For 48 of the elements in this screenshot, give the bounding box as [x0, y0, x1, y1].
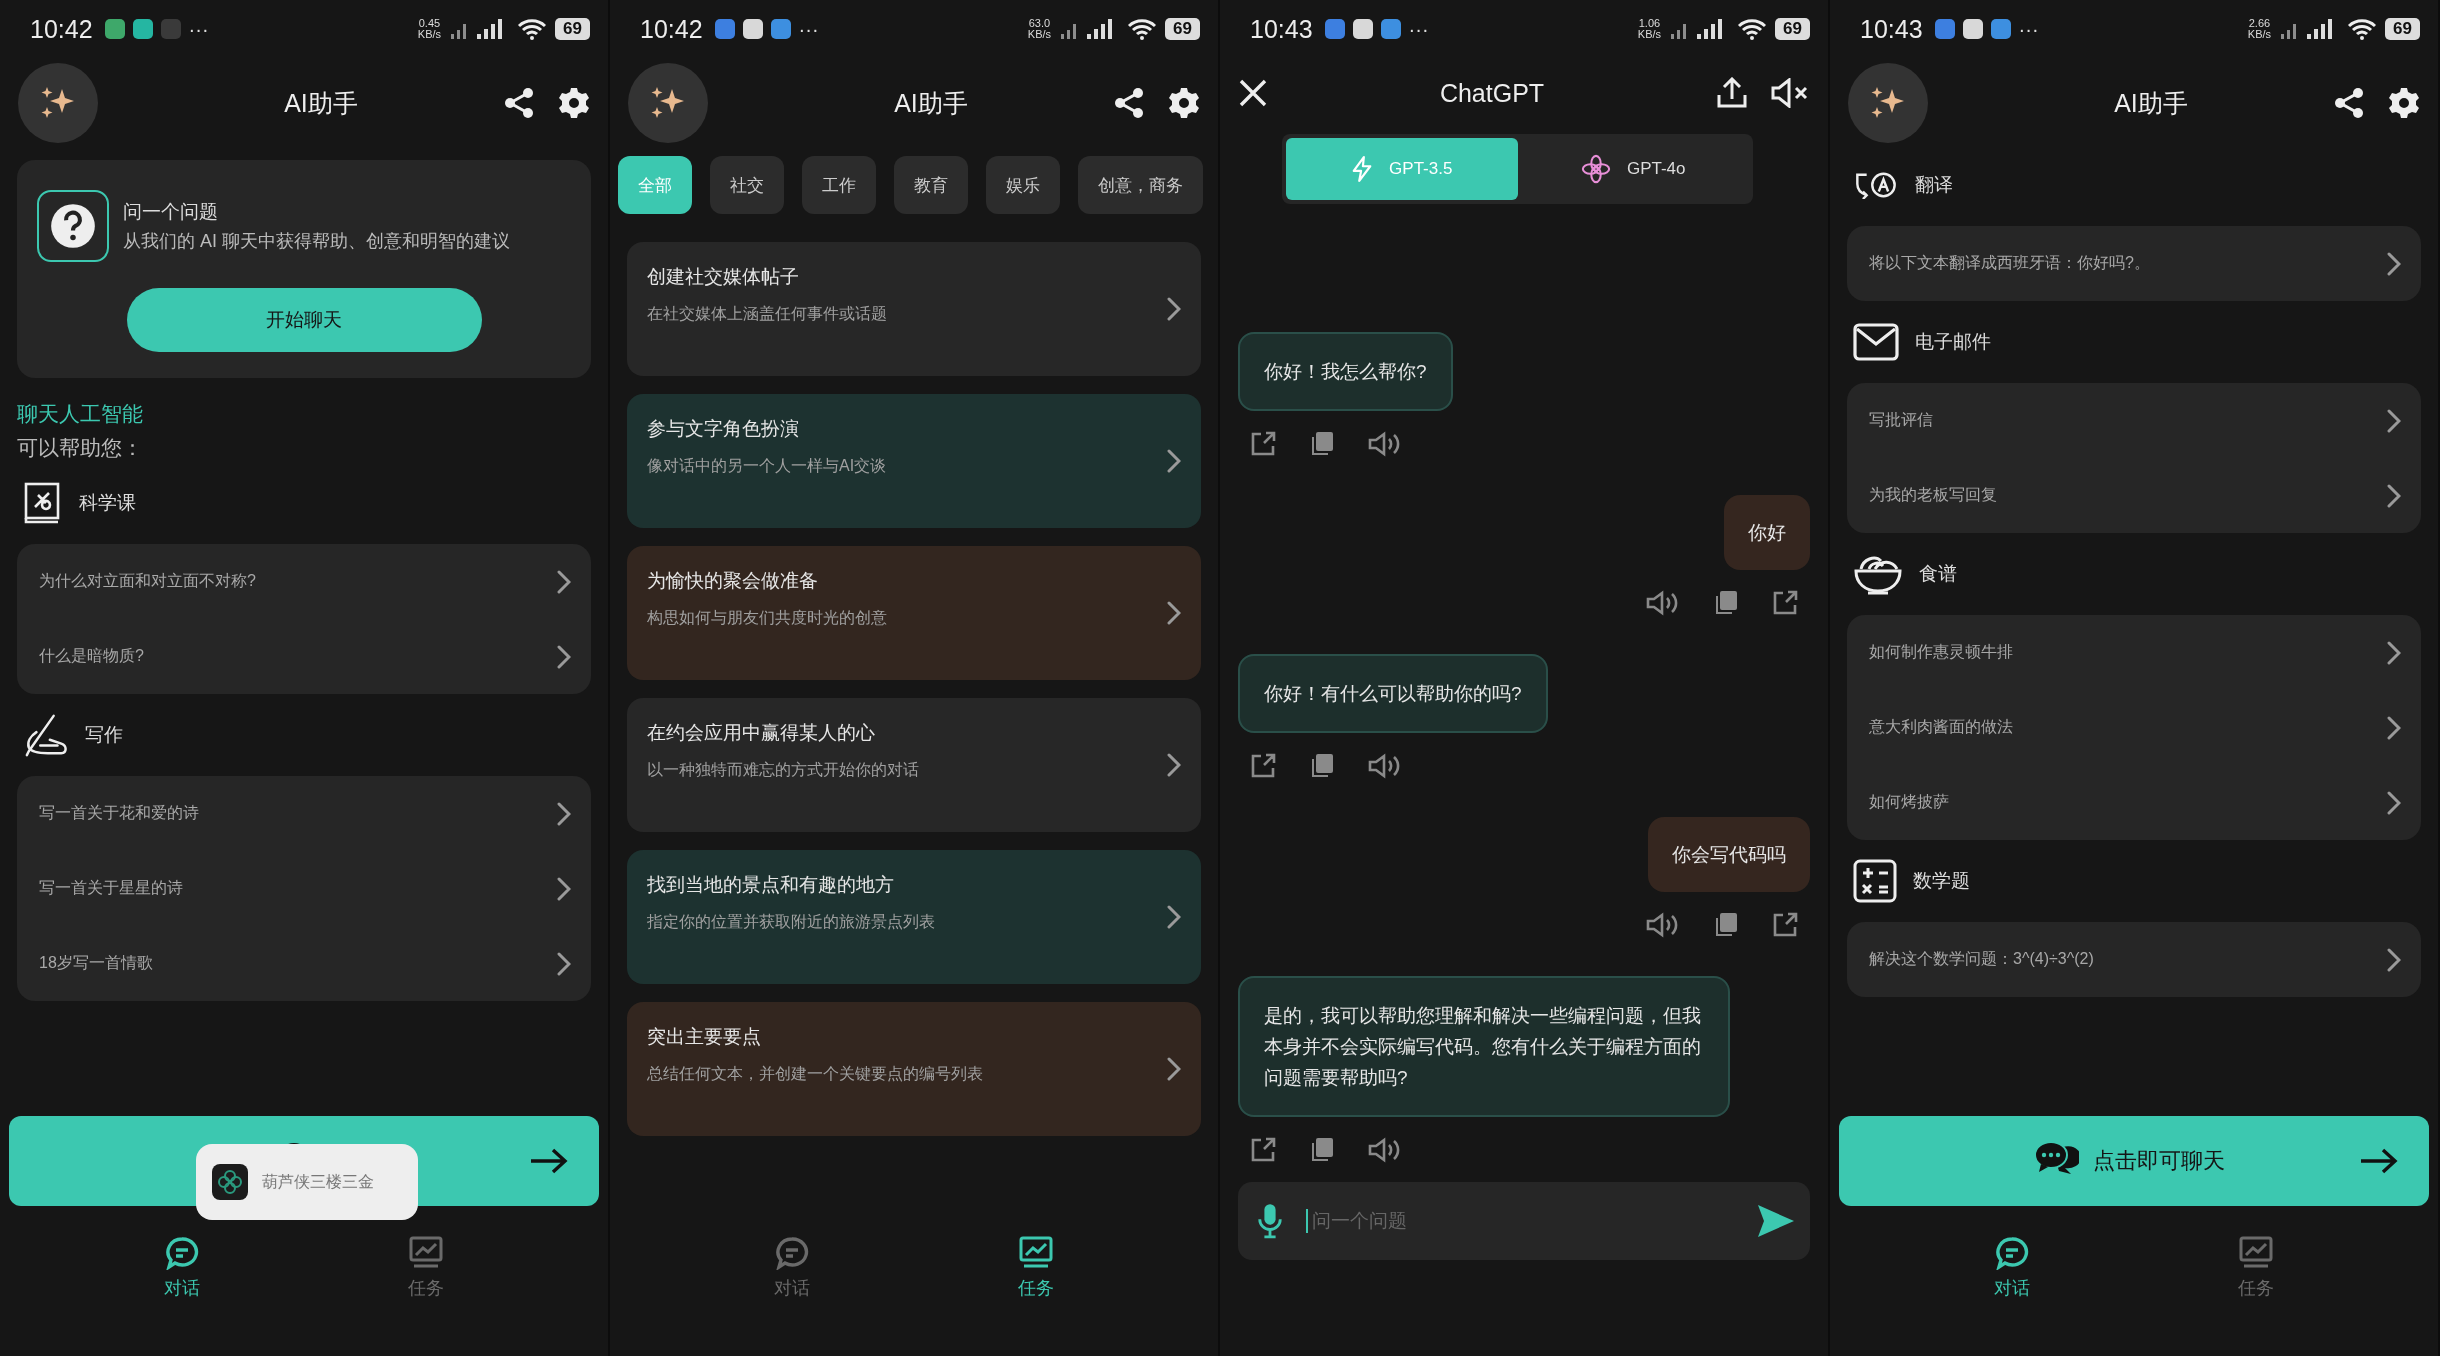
network-speed: 2.66 KB/s — [2247, 18, 2272, 40]
task-title: 参与文字角色扮演 — [647, 417, 800, 441]
network-speed: 63.0 KB/s — [1027, 18, 1052, 40]
more-notifications: ··· — [1408, 17, 1429, 41]
status-time: 10:43 — [1250, 14, 1313, 44]
task-title: 突出主要要点 — [647, 1025, 762, 1049]
task-subtitle: 总结任何文本，并创建一个关键要点的编号列表 — [647, 1064, 983, 1084]
app-title: AI助手 — [2113, 87, 2189, 119]
section-subheading: 可以帮助您： — [17, 435, 144, 461]
battery-level: 69 — [2385, 18, 2420, 40]
assistant-message: 是的，我可以帮助您理解和解决一些编程问题，但我本身并不会实际编写代码。您有什么关于编程方面的问题需要帮助吗? — [1238, 976, 1730, 1117]
battery-level: 69 — [1775, 18, 1810, 40]
task-title: 为愉快的聚会做准备 — [647, 569, 819, 593]
chat-title: ChatGPT — [1438, 78, 1546, 108]
category-title: 电子邮件 — [1915, 330, 1991, 354]
task-subtitle: 以一种独特而难忘的方式开始你的对话 — [647, 760, 919, 780]
task-title: 在约会应用中赢得某人的心 — [647, 721, 876, 745]
toast-text: 葫芦侠三楼三金 — [262, 1171, 374, 1192]
app-title: AI助手 — [893, 87, 969, 119]
user-message: 你会写代码吗 — [1648, 817, 1810, 892]
more-notifications: ··· — [2018, 17, 2039, 41]
assistant-message: 你好！有什么可以帮助你的吗? — [1238, 654, 1548, 733]
status-time: 10:42 — [30, 14, 93, 44]
app-title: AI助手 — [283, 87, 359, 119]
assistant-message: 你好！我怎么帮你? — [1238, 332, 1453, 411]
status-time: 10:43 — [1860, 14, 1923, 44]
status-time: 10:42 — [640, 14, 703, 44]
network-speed: 1.06 KB/s — [1637, 18, 1662, 40]
task-title: 找到当地的景点和有趣的地方 — [647, 873, 895, 897]
ask-subtitle: 从我们的 AI 聊天中获得帮助、创意和明智的建议 — [123, 230, 510, 253]
category-title: 翻译 — [1915, 173, 1953, 197]
section-heading: 聊天人工智能 — [17, 401, 144, 427]
ask-title: 问一个问题 — [123, 200, 219, 224]
more-notifications: ··· — [188, 17, 209, 41]
task-subtitle: 在社交媒体上涵盖任何事件或话题 — [647, 304, 887, 324]
battery-level: 69 — [1165, 18, 1200, 40]
category-title: 写作 — [85, 723, 123, 747]
user-message: 你好 — [1724, 495, 1810, 570]
battery-level: 69 — [555, 18, 590, 40]
task-subtitle: 构思如何与朋友们共度时光的创意 — [647, 608, 887, 628]
category-title: 食谱 — [1919, 562, 1957, 586]
task-subtitle: 指定你的位置并获取附近的旅游景点列表 — [647, 912, 935, 932]
category-title: 科学课 — [79, 491, 136, 515]
task-title: 创建社交媒体帖子 — [647, 265, 800, 289]
task-subtitle: 像对话中的另一个人一样与AI交谈 — [647, 456, 887, 476]
category-title: 数学题 — [1913, 869, 1970, 893]
network-speed: 0.45 KB/s — [417, 18, 442, 40]
more-notifications: ··· — [798, 17, 819, 41]
